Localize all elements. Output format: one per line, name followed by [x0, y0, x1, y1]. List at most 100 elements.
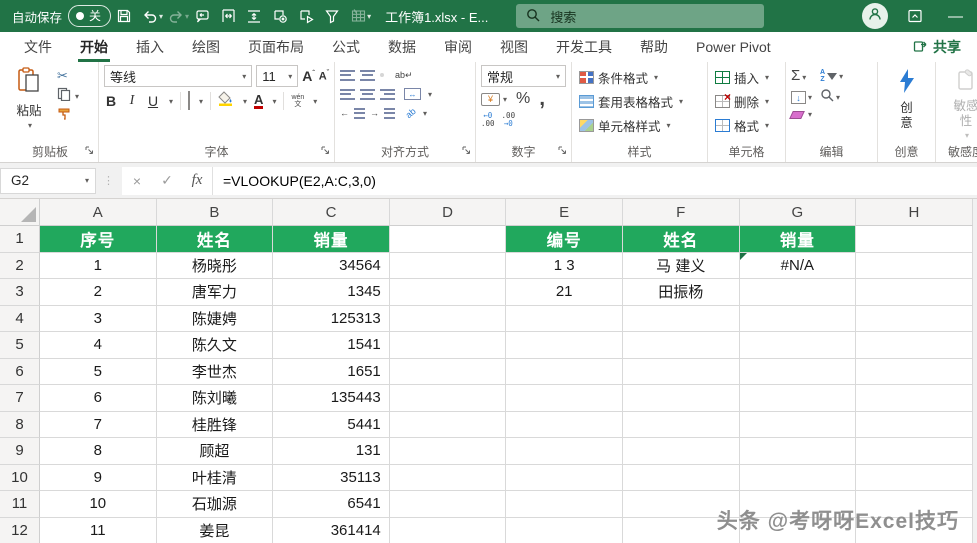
find-select-button[interactable]: ▾ — [820, 88, 843, 107]
cell-E4[interactable] — [506, 306, 623, 333]
qat-new-comment-button[interactable] — [189, 3, 215, 29]
cell-D8[interactable] — [390, 412, 507, 439]
cell-E6[interactable] — [506, 359, 623, 386]
comma-style-button[interactable]: , — [539, 94, 545, 104]
tab-公式[interactable]: 公式 — [318, 32, 374, 62]
cell-G3[interactable] — [740, 279, 857, 306]
underline-button[interactable]: U — [146, 93, 160, 109]
cell-C9[interactable]: 131 — [273, 438, 390, 465]
cell-G5[interactable] — [740, 332, 857, 359]
cell-E8[interactable] — [506, 412, 623, 439]
cell-C6[interactable]: 1651 — [273, 359, 390, 386]
save-button[interactable] — [111, 3, 137, 29]
tab-开始[interactable]: 开始 — [66, 32, 122, 62]
cell-A8[interactable]: 7 — [40, 412, 157, 439]
cell-F1[interactable]: 姓名 — [623, 226, 740, 253]
cell-G6[interactable] — [740, 359, 857, 386]
number-format-select[interactable]: 常规▾ — [481, 65, 566, 87]
cell-H5[interactable] — [856, 332, 973, 359]
share-button[interactable]: 共享 — [897, 32, 977, 62]
cell-B11[interactable]: 石珈源 — [157, 491, 274, 518]
conditional-formatting-button[interactable]: 条件格式▾ — [577, 67, 685, 87]
wrap-text-button[interactable]: ab↵ — [395, 71, 413, 80]
cell-C1[interactable]: 销量 — [273, 226, 390, 253]
cell-E3[interactable]: 21 — [506, 279, 623, 306]
cell-H8[interactable] — [856, 412, 973, 439]
row-header-12[interactable]: 12 — [0, 518, 40, 543]
cell-E2[interactable]: 1 3 — [506, 253, 623, 280]
row-header-5[interactable]: 5 — [0, 332, 40, 359]
orientation-button[interactable]: ab — [404, 106, 417, 119]
merge-center-button[interactable]: ↔ — [404, 88, 421, 100]
column-header-C[interactable]: C — [273, 199, 390, 226]
cell-E1[interactable]: 编号 — [506, 226, 623, 253]
cell-C10[interactable]: 35113 — [273, 465, 390, 492]
accounting-format-button[interactable]: ¥ — [481, 93, 500, 106]
align-center-button[interactable] — [360, 89, 375, 100]
cell-D1[interactable] — [390, 226, 507, 253]
cell-D2[interactable] — [390, 253, 507, 280]
font-size-select[interactable]: 11▾ — [256, 65, 298, 87]
font-dialog-launcher[interactable] — [321, 143, 330, 159]
confirm-entry-button[interactable]: ✓ — [152, 172, 182, 189]
cell-F3[interactable]: 田振杨 — [623, 279, 740, 306]
decrease-indent-button[interactable]: ← — [340, 109, 349, 118]
autosum-button[interactable]: Σ▾ — [791, 67, 812, 85]
select-all-corner[interactable] — [0, 199, 40, 226]
cell-B7[interactable]: 陈刘曦 — [157, 385, 274, 412]
clipboard-dialog-launcher[interactable] — [85, 143, 94, 159]
row-header-3[interactable]: 3 — [0, 279, 40, 306]
cell-E10[interactable] — [506, 465, 623, 492]
cell-B3[interactable]: 唐军力 — [157, 279, 274, 306]
cell-C12[interactable]: 361414 — [273, 518, 390, 543]
search-box[interactable]: 搜索 — [516, 4, 764, 28]
column-header-G[interactable]: G — [740, 199, 857, 226]
column-header-H[interactable]: H — [856, 199, 973, 226]
font-color-button[interactable]: A — [254, 93, 263, 110]
fill-color-chevron[interactable]: ▾ — [243, 97, 247, 106]
cell-C11[interactable]: 6541 — [273, 491, 390, 518]
column-header-D[interactable]: D — [390, 199, 507, 226]
cell-B4[interactable]: 陈婕娉 — [157, 306, 274, 333]
account-avatar[interactable] — [862, 3, 888, 29]
redo-dropdown-chevron[interactable]: ▾ — [185, 12, 189, 21]
cell-C3[interactable]: 1345 — [273, 279, 390, 306]
font-color-chevron[interactable]: ▾ — [272, 97, 276, 106]
cell-B9[interactable]: 顾超 — [157, 438, 274, 465]
orientation-chevron[interactable]: ▾ — [423, 109, 427, 118]
cell-H9[interactable] — [856, 438, 973, 465]
qat-run-macro-button[interactable] — [293, 3, 319, 29]
tab-数据[interactable]: 数据 — [374, 32, 430, 62]
ideas-button[interactable]: 创意 — [889, 65, 925, 131]
cell-A2[interactable]: 1 — [40, 253, 157, 280]
formula-input[interactable]: =VLOOKUP(E2,A:C,3,0) — [213, 167, 977, 195]
cell-D7[interactable] — [390, 385, 507, 412]
cell-B5[interactable]: 陈久文 — [157, 332, 274, 359]
column-header-B[interactable]: B — [157, 199, 274, 226]
align-right-button[interactable] — [380, 89, 395, 100]
fill-color-button[interactable] — [218, 91, 234, 111]
alignment-dialog-launcher[interactable] — [462, 143, 471, 159]
format-cells-button[interactable]: 格式▾ — [713, 115, 771, 135]
cell-A4[interactable]: 3 — [40, 306, 157, 333]
sensitivity-button[interactable]: 敏感性 ▾ — [943, 65, 977, 140]
qat-filter-button[interactable] — [319, 3, 345, 29]
cell-C8[interactable]: 5441 — [273, 412, 390, 439]
cell-G2[interactable]: #N/A — [740, 253, 857, 280]
cell-H4[interactable] — [856, 306, 973, 333]
sort-filter-button[interactable]: AZ▾ — [820, 69, 843, 83]
cell-F8[interactable] — [623, 412, 740, 439]
align-middle-button[interactable] — [360, 70, 375, 81]
tab-页面布局[interactable]: 页面布局 — [234, 32, 318, 62]
cell-F5[interactable] — [623, 332, 740, 359]
clear-button[interactable]: ▾ — [791, 110, 812, 119]
increase-decimal-button[interactable]: ←0.00 — [481, 112, 495, 129]
cell-D4[interactable] — [390, 306, 507, 333]
tab-帮助[interactable]: 帮助 — [626, 32, 682, 62]
cell-A12[interactable]: 11 — [40, 518, 157, 543]
cell-B10[interactable]: 叶桂清 — [157, 465, 274, 492]
borders-button[interactable] — [188, 92, 190, 110]
delete-cells-button[interactable]: 删除▾ — [713, 91, 771, 111]
cell-E12[interactable] — [506, 518, 623, 543]
qat-column-width-button[interactable] — [215, 3, 241, 29]
